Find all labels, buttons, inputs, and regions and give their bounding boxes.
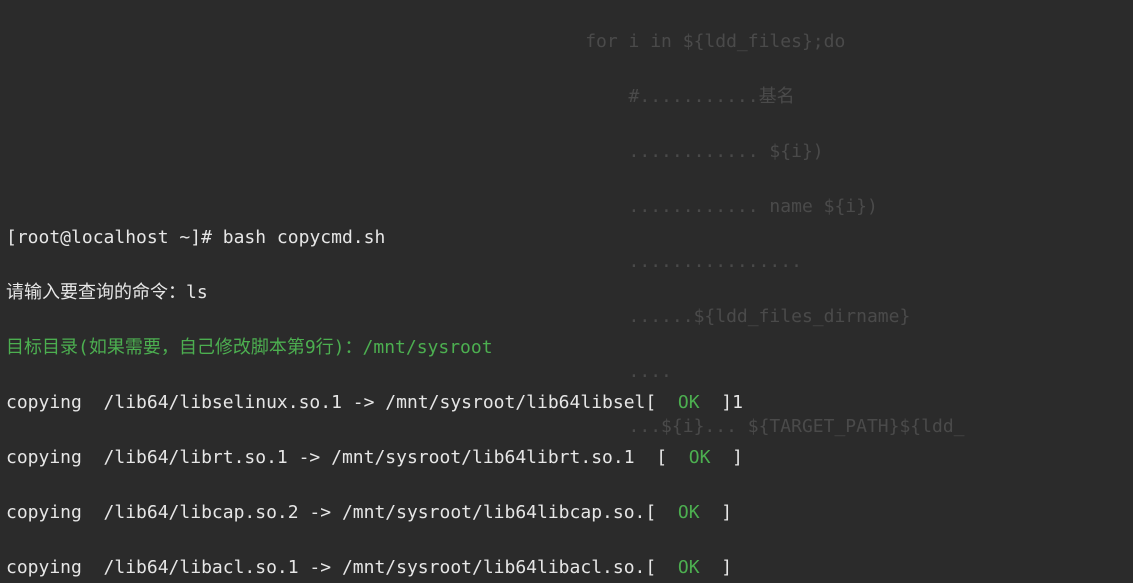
ok-status: OK [678, 502, 700, 523]
copy-output-line: copying /lib64/libcap.so.2 -> /mnt/sysro… [6, 499, 1127, 527]
input-request-line: 请输入要查询的命令：ls [6, 279, 1127, 307]
user-input: ls [186, 282, 208, 303]
ok-status: OK [678, 392, 700, 413]
copy-output-line: copying /lib64/libselinux.so.1 -> /mnt/s… [6, 389, 1127, 417]
shell-prompt: [root@localhost ~]# [6, 227, 223, 248]
target-dir-value: /mnt/sysroot [363, 337, 493, 358]
ok-status: OK [678, 557, 700, 578]
ok-status: OK [689, 447, 711, 468]
terminal-foreground: [root@localhost ~]# bash copycmd.sh 请输入要… [6, 197, 1127, 583]
terminal-window[interactable]: for i in ${ldd_files};do #...........基名 … [0, 0, 1133, 583]
target-dir-label: 目标目录(如果需要，自己修改脚本第9行)： [6, 337, 363, 358]
prompt-line: [root@localhost ~]# bash copycmd.sh [6, 224, 1127, 252]
copy-output-line: copying /lib64/libacl.so.1 -> /mnt/sysro… [6, 554, 1127, 582]
typed-command: bash copycmd.sh [223, 227, 386, 248]
target-dir-line: 目标目录(如果需要，自己修改脚本第9行)：/mnt/sysroot [6, 334, 1127, 362]
copy-output-line: copying /lib64/librt.so.1 -> /mnt/sysroo… [6, 444, 1127, 472]
